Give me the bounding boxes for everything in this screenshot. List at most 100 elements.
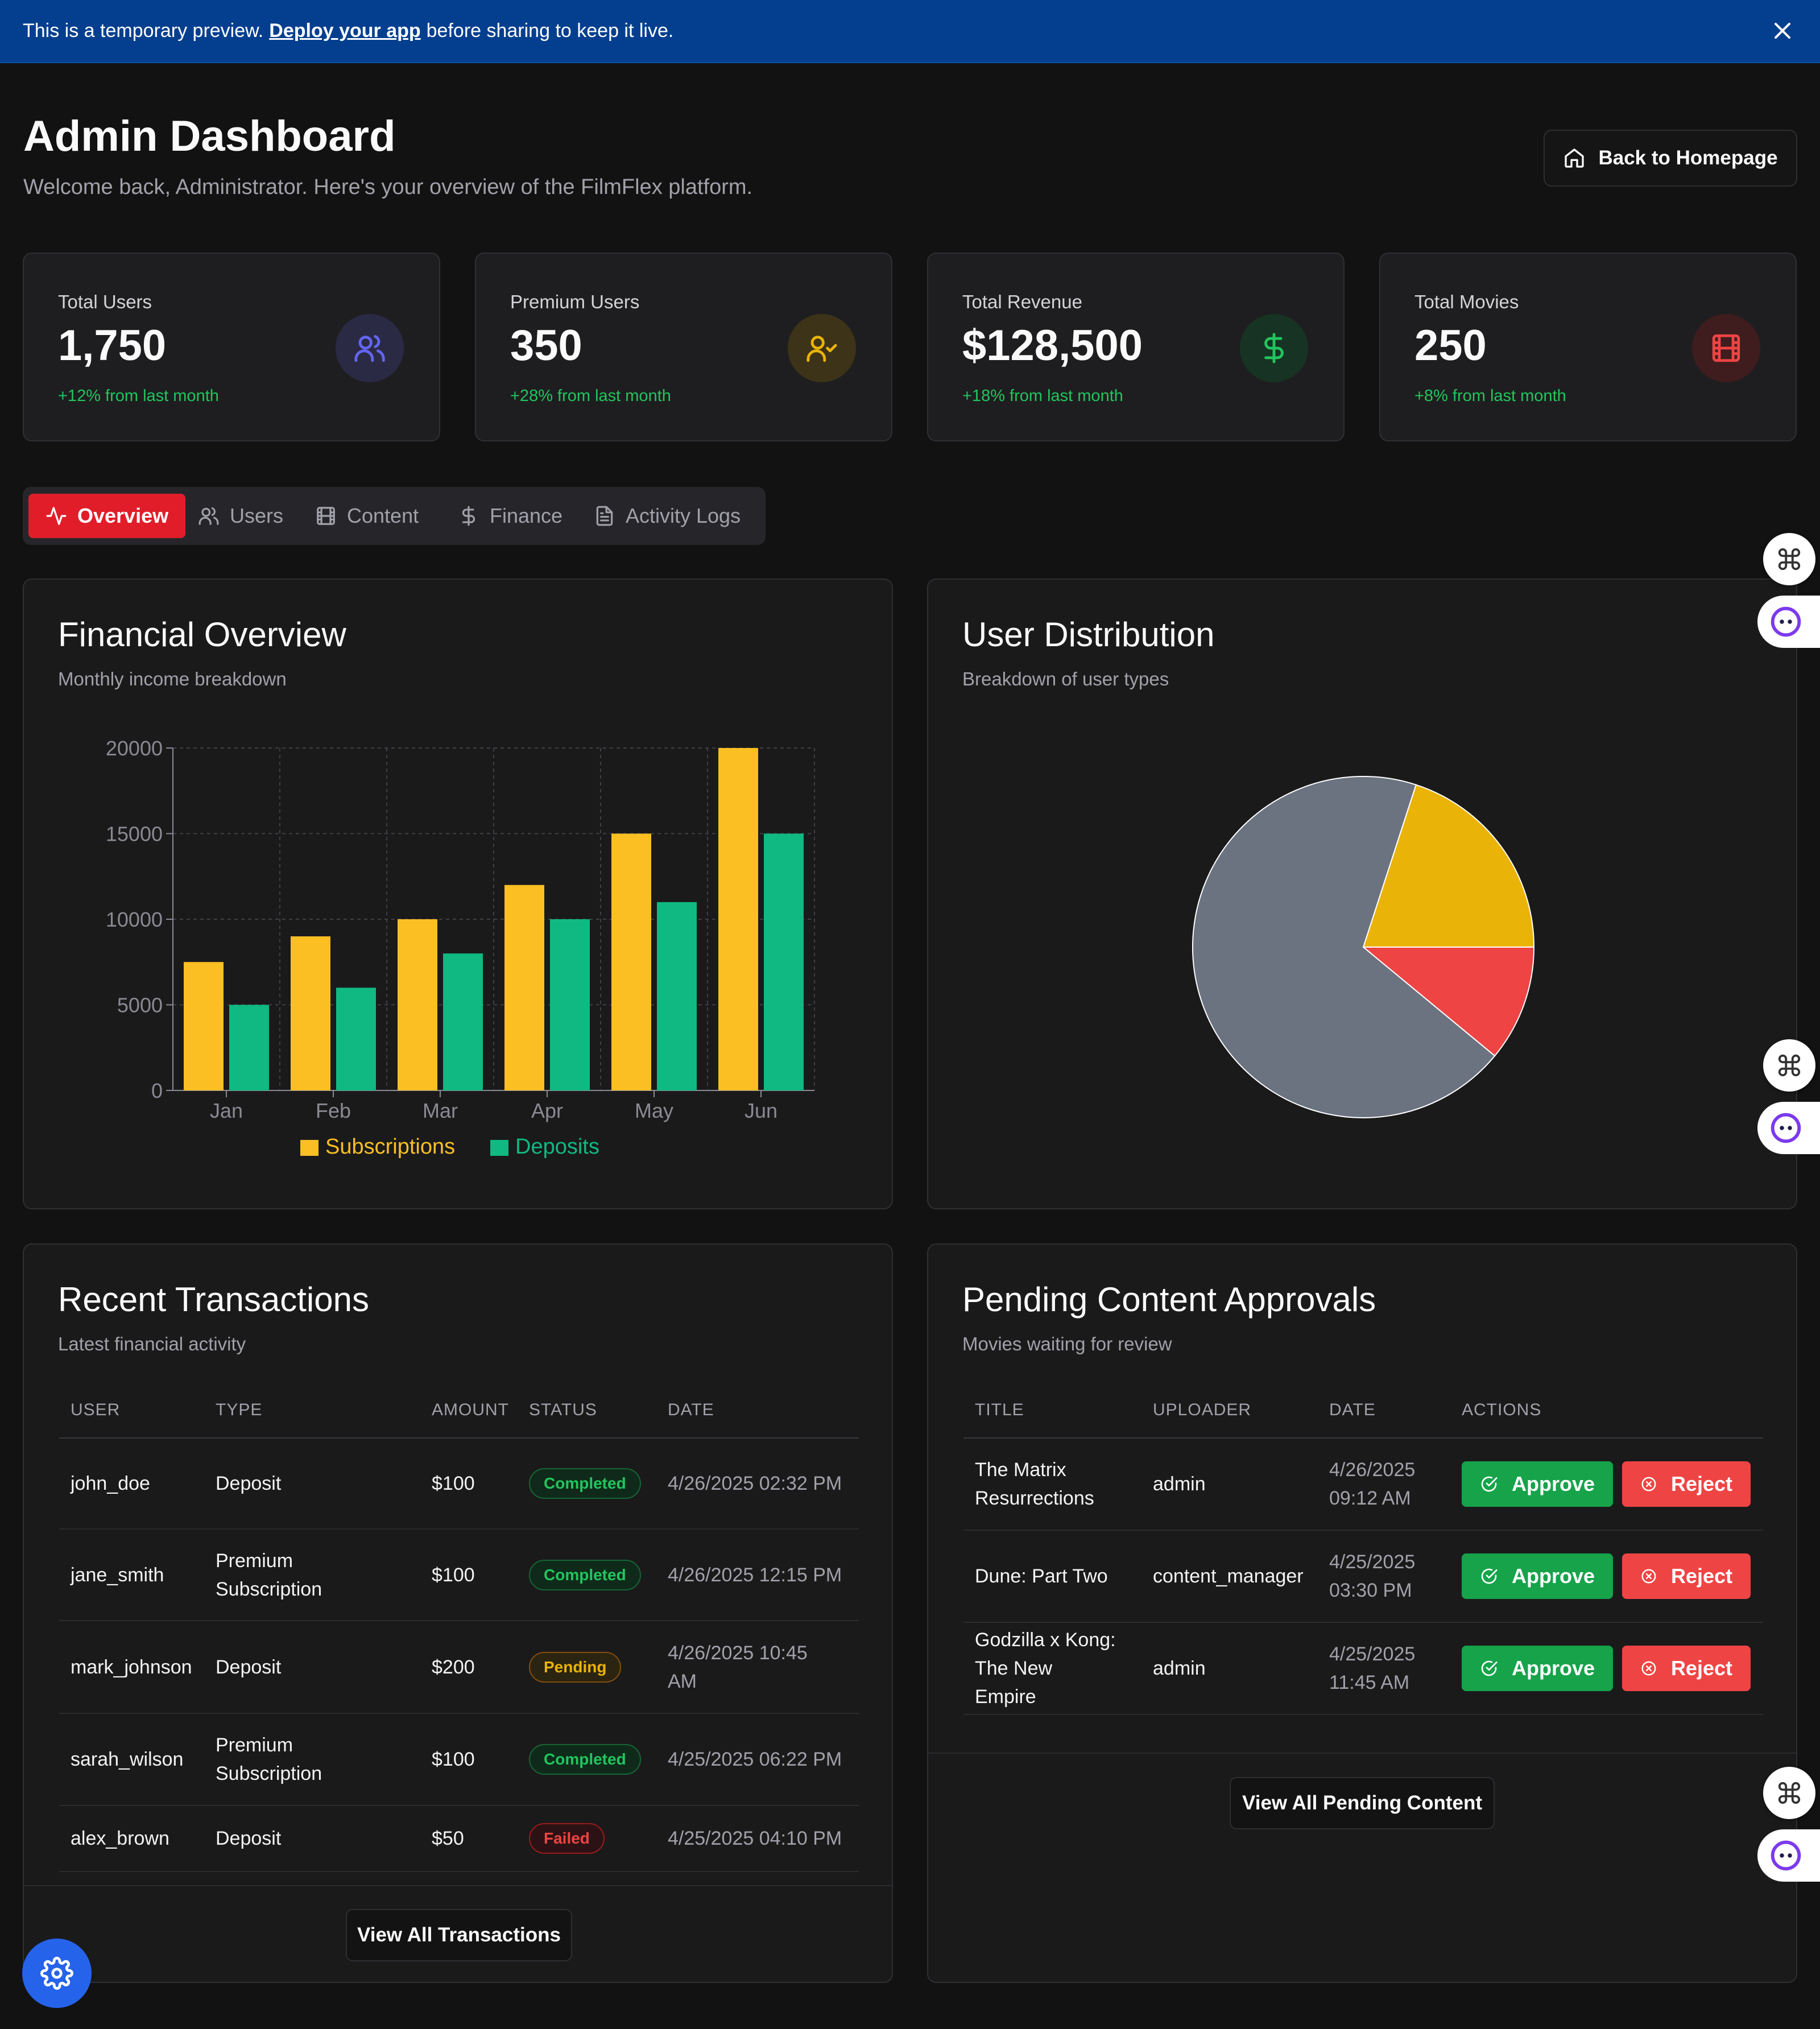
cell-uploader: admin	[1141, 1438, 1318, 1531]
card-subtitle: Latest financial activity	[58, 1333, 246, 1354]
column-header: USER	[59, 1382, 204, 1439]
approve-button[interactable]: Approve	[1462, 1461, 1613, 1507]
x-tick-label: Mar	[423, 1099, 458, 1122]
stat-label: Total Revenue	[962, 291, 1082, 312]
check-circle-icon	[1481, 1568, 1498, 1584]
users-icon	[336, 314, 404, 382]
page-subtitle: Welcome back, Administrator. Here's your…	[23, 175, 753, 199]
bar-subscriptions-apr	[504, 885, 544, 1090]
preview-banner: This is a temporary preview. Deploy your…	[0, 0, 1820, 63]
card-divider	[928, 1753, 1796, 1754]
user-distribution-pie-chart	[1192, 776, 1535, 1118]
legend-label: Subscriptions	[325, 1135, 455, 1159]
cell-type: Deposit	[204, 1805, 420, 1872]
reject-button[interactable]: Reject	[1622, 1646, 1751, 1691]
command-icon[interactable]	[1763, 1039, 1815, 1092]
cell-amount: $100	[420, 1438, 518, 1530]
table-row: Godzilla x Kong: The New Empire admin 4/…	[963, 1622, 1763, 1715]
column-header: UPLOADER	[1141, 1382, 1318, 1439]
bar-subscriptions-may	[611, 833, 651, 1090]
recent-transactions-card: Recent Transactions Latest financial act…	[23, 1243, 893, 1983]
cell-uploader: admin	[1141, 1622, 1318, 1715]
approve-label: Approve	[1511, 1564, 1595, 1588]
reject-label: Reject	[1670, 1472, 1732, 1495]
table-row[interactable]: sarah_wilson Premium Subscription $100 C…	[59, 1713, 859, 1806]
table-row[interactable]: mark_johnson Deposit $200 Pending 4/26/2…	[59, 1621, 859, 1714]
table-header-row: USER TYPE AMOUNT STATUS DATE	[59, 1382, 859, 1439]
deploy-link[interactable]: Deploy your app	[269, 20, 420, 42]
x-tick-label: Jan	[210, 1099, 243, 1122]
gear-icon	[40, 1957, 73, 1990]
dollar-icon	[1240, 314, 1308, 382]
tab-finance[interactable]: Finance	[452, 494, 568, 538]
table-row[interactable]: jane_smith Premium Subscription $100 Com…	[59, 1529, 859, 1621]
cell-uploader: content_manager	[1141, 1530, 1318, 1623]
banner-text-before: This is a temporary preview.	[23, 20, 264, 42]
card-divider	[24, 1885, 892, 1886]
command-icon[interactable]	[1763, 1767, 1815, 1819]
tab-users[interactable]: Users	[192, 494, 289, 538]
view-all-transactions-button[interactable]: View All Transactions	[346, 1909, 572, 1961]
stat-change: +8% from last month	[1414, 387, 1566, 405]
stat-label: Total Users	[58, 291, 152, 312]
financial-bar-chart: 0 5000 10000 15000 20000 Jan Feb Mar Apr May Jun Su…	[106, 737, 815, 1159]
bar-deposits-feb	[336, 987, 376, 1090]
back-to-homepage-button[interactable]: Back to Homepage	[1544, 130, 1797, 187]
x-tick-label: May	[635, 1099, 673, 1122]
assistant-face-icon[interactable]	[1757, 1829, 1820, 1882]
settings-button[interactable]	[22, 1939, 92, 2008]
x-tick-label: Feb	[316, 1099, 351, 1122]
stat-label: Total Movies	[1414, 291, 1519, 312]
stat-value: 250	[1414, 321, 1487, 370]
stat-card-total-users: Total Users 1,750 +12% from last month	[23, 253, 440, 441]
x-circle-icon	[1641, 1661, 1656, 1676]
cell-date: 4/26/2025 12:15 PM	[656, 1529, 859, 1621]
cell-title: Dune: Part Two	[963, 1530, 1141, 1623]
approve-button[interactable]: Approve	[1462, 1646, 1613, 1691]
table-row[interactable]: john_doe Deposit $100 Completed 4/26/202…	[59, 1438, 859, 1530]
users-icon	[198, 507, 219, 525]
command-icon[interactable]	[1763, 533, 1815, 585]
y-tick-label: 5000	[117, 994, 163, 1017]
cell-user: jane_smith	[59, 1529, 204, 1621]
tab-content[interactable]: Content	[309, 494, 424, 538]
bar-deposits-apr	[550, 919, 590, 1090]
column-header: TITLE	[963, 1382, 1141, 1439]
cell-date: 4/25/2025 06:22 PM	[656, 1713, 859, 1806]
view-all-pending-content-button[interactable]: View All Pending Content	[1230, 1777, 1495, 1829]
banner-text-after: before sharing to keep it live.	[426, 20, 674, 42]
activity-icon	[46, 507, 67, 525]
tab-label: Finance	[490, 504, 563, 527]
tab-overview[interactable]: Overview	[28, 494, 186, 538]
cell-user: john_doe	[59, 1438, 204, 1530]
bar-subscriptions-jan	[184, 962, 224, 1090]
legend-label: Deposits	[515, 1135, 599, 1159]
stat-change: +18% from last month	[962, 387, 1123, 405]
stat-value: $128,500	[962, 321, 1143, 370]
cell-amount: $100	[420, 1529, 518, 1621]
close-icon[interactable]	[1769, 17, 1796, 44]
stat-change: +12% from last month	[58, 387, 219, 405]
reject-label: Reject	[1670, 1656, 1732, 1680]
approve-button[interactable]: Approve	[1462, 1553, 1613, 1599]
assistant-face-icon[interactable]	[1757, 1102, 1820, 1154]
x-circle-icon	[1641, 1477, 1656, 1491]
tab-activity-logs[interactable]: Activity Logs	[588, 494, 746, 538]
assistant-face-icon[interactable]	[1757, 596, 1820, 648]
x-tick-label: Jun	[744, 1099, 777, 1122]
table-row[interactable]: alex_brown Deposit $50 Failed 4/25/2025 …	[59, 1805, 859, 1872]
column-header: ACTIONS	[1450, 1382, 1763, 1439]
check-circle-icon	[1481, 1660, 1498, 1676]
status-badge: Completed	[529, 1468, 641, 1499]
reject-button[interactable]: Reject	[1622, 1461, 1751, 1507]
reject-button[interactable]: Reject	[1622, 1553, 1751, 1599]
bar-subscriptions-feb	[291, 936, 330, 1090]
cell-user: sarah_wilson	[59, 1713, 204, 1806]
cell-date: 4/25/2025 03:30 PM	[1318, 1530, 1450, 1623]
bar-deposits-mar	[443, 953, 483, 1090]
cell-amount: $100	[420, 1713, 518, 1806]
pending-approvals-card: Pending Content Approvals Movies waiting…	[927, 1243, 1797, 1983]
bar-deposits-may	[657, 902, 697, 1090]
column-header: DATE	[1318, 1382, 1450, 1439]
check-circle-icon	[1481, 1476, 1498, 1492]
